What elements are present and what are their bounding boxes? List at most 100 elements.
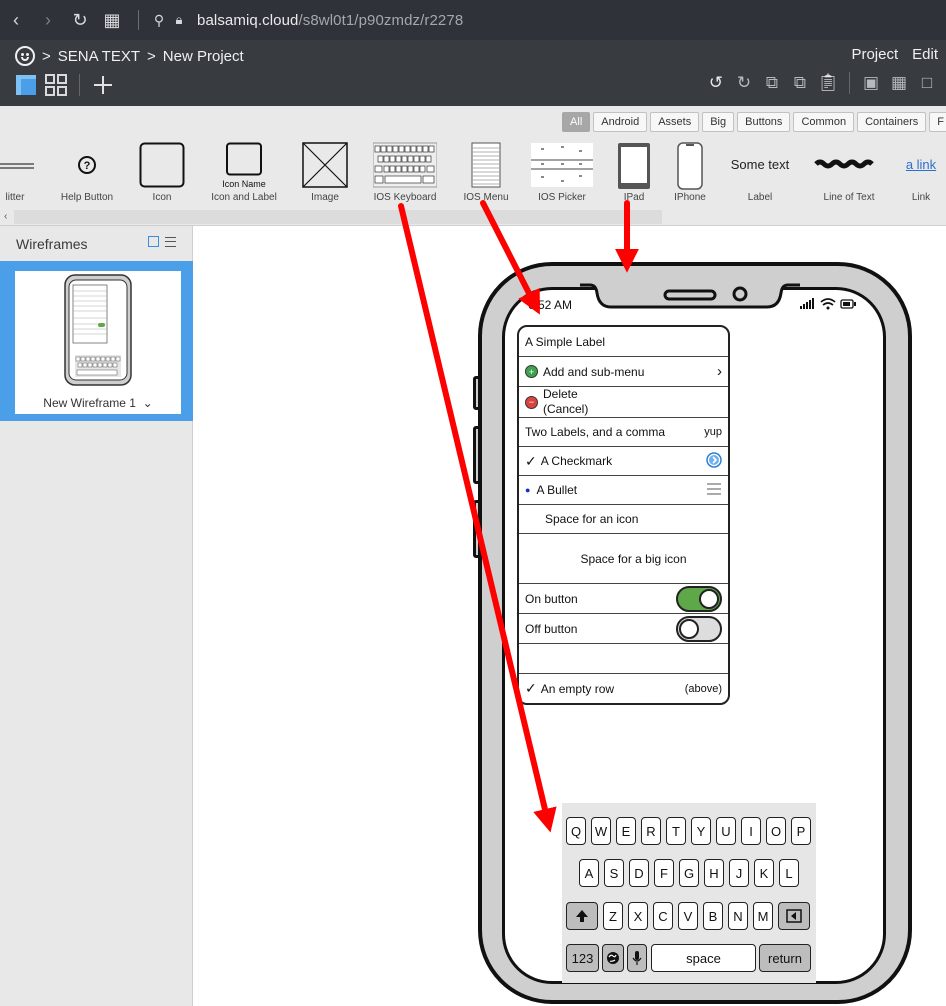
menu-row[interactable]: Space for an icon (519, 505, 728, 534)
library-item-label[interactable]: Some text Label (725, 142, 795, 203)
library-item-ios-menu[interactable]: IOS Menu (463, 142, 509, 203)
library-item-line-of-text[interactable]: Line of Text (812, 142, 886, 203)
backspace-key[interactable] (778, 902, 810, 930)
key-f[interactable]: F (654, 859, 674, 887)
key-s[interactable]: S (604, 859, 624, 887)
library-item-icon-and-label[interactable]: Icon Name Icon and Label (211, 142, 277, 203)
key-b[interactable]: B (703, 902, 723, 930)
library-scrollbar[interactable] (14, 210, 662, 224)
key-q[interactable]: Q (566, 817, 586, 845)
filter-android[interactable]: Android (593, 112, 648, 132)
scroll-left-icon[interactable]: ‹ (4, 211, 7, 222)
ios-keyboard[interactable]: Q W E R T Y U I O P A S D F G H J K L Z … (562, 803, 816, 983)
key-w[interactable]: W (591, 817, 611, 845)
menu-row[interactable]: ● A Bullet (519, 476, 728, 505)
filter-buttons[interactable]: Buttons (737, 112, 791, 132)
home-icon[interactable] (15, 46, 35, 66)
library-item-help-button[interactable]: ? Help Button (61, 142, 113, 203)
menu-row-empty[interactable] (519, 644, 728, 674)
key-i[interactable]: I (741, 817, 761, 845)
key-y[interactable]: Y (691, 817, 711, 845)
menu-row[interactable]: ✓ An empty row (above) (519, 674, 728, 703)
group-icon[interactable]: ▣ (860, 72, 882, 94)
list-view-icon[interactable] (165, 236, 176, 247)
key-o[interactable]: O (766, 817, 786, 845)
microphone-key[interactable] (627, 944, 647, 972)
numbers-key[interactable]: 123 (566, 944, 599, 972)
back-icon[interactable]: ‹ (0, 0, 32, 40)
library-item-ios-keyboard[interactable]: IOS Keyboard (372, 142, 438, 203)
info-icon[interactable] (706, 451, 722, 471)
key-e[interactable]: E (616, 817, 636, 845)
lock-icon[interactable]: □ (916, 72, 938, 94)
breadcrumb-item[interactable]: New Project (163, 48, 244, 65)
drag-handle-icon[interactable] (706, 482, 722, 499)
key-r[interactable]: R (641, 817, 661, 845)
library-item-ios-picker[interactable]: IOS Picker (531, 142, 593, 203)
single-view-icon[interactable] (15, 74, 37, 96)
key-g[interactable]: G (679, 859, 699, 887)
forward-icon[interactable]: › (32, 0, 64, 40)
key-a[interactable]: A (579, 859, 599, 887)
key-v[interactable]: V (678, 902, 698, 930)
redo-icon[interactable]: ↻ (733, 72, 755, 94)
key-h[interactable]: H (704, 859, 724, 887)
menu-row[interactable]: On button (519, 584, 728, 614)
chevron-down-icon[interactable]: ⌄ (143, 396, 153, 410)
menu-row[interactable]: − Delete (Cancel) (519, 387, 728, 418)
library-item-image[interactable]: Image (302, 142, 348, 203)
key-c[interactable]: C (653, 902, 673, 930)
library-item-ipad[interactable]: IPad (617, 142, 651, 203)
key-k[interactable]: K (754, 859, 774, 887)
key-m[interactable]: M (753, 902, 773, 930)
wireframe-thumbnail[interactable]: New Wireframe 1 ⌄ (15, 271, 181, 414)
filter-all[interactable]: All (562, 112, 591, 132)
undo-icon[interactable]: ↺ (705, 72, 727, 94)
library-item-icon[interactable]: Icon (139, 142, 185, 203)
on-toggle[interactable] (676, 585, 722, 612)
menu-row[interactable]: + Add and sub-menu › (519, 357, 728, 387)
library-item-splitter[interactable]: litter (0, 142, 38, 203)
menu-row[interactable]: A Simple Label (519, 327, 728, 357)
key-icon[interactable]: ⚲ (149, 0, 169, 40)
reload-icon[interactable]: ↻ (64, 0, 96, 40)
thumbnail-view-icon[interactable] (148, 236, 159, 247)
breadcrumb-project[interactable]: SENA TEXT (58, 48, 140, 65)
menu-row[interactable]: ✓ A Checkmark (519, 447, 728, 476)
grid-icon[interactable]: ▦ (96, 0, 128, 40)
library-item-link[interactable]: a link Link (898, 142, 944, 203)
key-l[interactable]: L (779, 859, 799, 887)
filter-more[interactable]: F (929, 112, 946, 132)
ios-menu[interactable]: A Simple Label + Add and sub-menu › − De… (517, 325, 730, 705)
key-x[interactable]: X (628, 902, 648, 930)
shift-key[interactable] (566, 902, 598, 930)
grid-view-icon[interactable] (45, 74, 67, 96)
off-toggle[interactable] (676, 615, 722, 642)
filter-big[interactable]: Big (702, 112, 735, 132)
space-key[interactable]: space (651, 944, 756, 972)
ungroup-icon[interactable]: ▦ (888, 72, 910, 94)
menu-row[interactable]: Space for a big icon (519, 534, 728, 584)
key-d[interactable]: D (629, 859, 649, 887)
copy-icon[interactable]: ⧉ (761, 72, 783, 94)
filter-common[interactable]: Common (793, 112, 855, 132)
wireframe-item[interactable]: New Wireframe 1 ⌄ (0, 261, 193, 421)
key-p[interactable]: P (791, 817, 811, 845)
menu-edit[interactable]: Edit (912, 46, 938, 63)
return-key[interactable]: return (759, 944, 811, 972)
filter-assets[interactable]: Assets (650, 112, 700, 132)
paste-icon[interactable]: 📋︎ (817, 72, 839, 94)
globe-key[interactable] (602, 944, 624, 972)
key-n[interactable]: N (728, 902, 748, 930)
menu-row[interactable]: Off button (519, 614, 728, 644)
filter-containers[interactable]: Containers (857, 112, 927, 132)
menu-project[interactable]: Project (851, 46, 898, 63)
menu-row[interactable]: Two Labels, and a comma yup (519, 418, 728, 447)
add-icon[interactable] (92, 74, 114, 96)
duplicate-icon[interactable]: ⧉ (789, 72, 811, 94)
key-j[interactable]: J (729, 859, 749, 887)
library-item-iphone[interactable]: IPhone (674, 142, 706, 203)
key-t[interactable]: T (666, 817, 686, 845)
key-z[interactable]: Z (603, 902, 623, 930)
address-bar[interactable]: balsamiq.cloud/s8wl0t1/p90zmdz/r2278 (197, 12, 463, 29)
